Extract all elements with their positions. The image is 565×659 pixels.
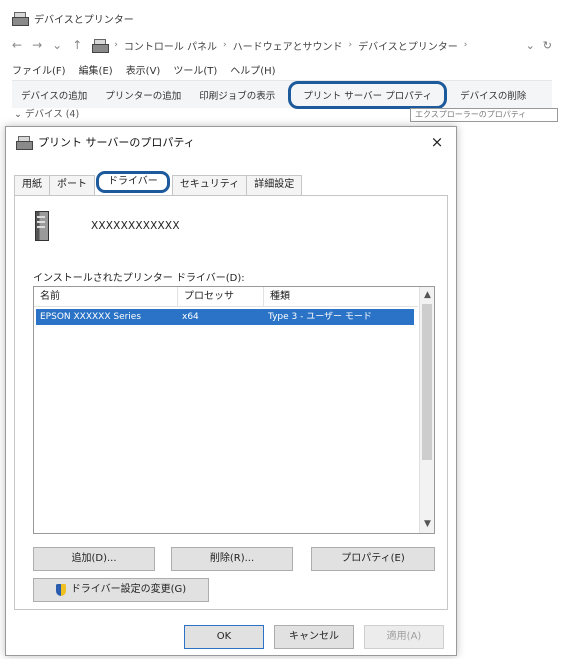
explorer-titlebar: デバイスとプリンター [12,8,134,28]
menu-view[interactable]: 表示(V) [126,62,161,77]
devices-and-printers-window: デバイスとプリンター ← → ⌄ ↑ › コントロール パネル › ハードウェア… [0,0,565,122]
address-controls: ⌄ ↻ [526,39,552,52]
cancel-button[interactable]: キャンセル [274,625,354,649]
back-arrow-icon[interactable]: ← [12,38,22,52]
menu-edit[interactable]: 編集(E) [79,62,113,77]
server-icon [33,211,53,241]
scroll-up-icon[interactable]: ▲ [420,288,434,303]
devices-printers-icon [12,11,29,26]
ok-button[interactable]: OK [184,625,264,649]
driver-list-header: 名前 プロセッサ 種類 [34,287,418,307]
breadcrumb: › コントロール パネル › ハードウェアとサウンド › デバイスとプリンター … [92,38,467,53]
tab-security[interactable]: セキュリティ [171,175,248,195]
driver-list[interactable]: 名前 プロセッサ 種類 EPSON XXXXXX Series x64 Type… [33,286,435,534]
tab-ports[interactable]: ポート [49,175,95,195]
installed-drivers-label: インストールされたプリンター ドライバー(D): [33,273,245,284]
vertical-scrollbar[interactable]: ▲ ▼ [419,287,434,533]
breadcrumb-control-panel[interactable]: コントロール パネル [124,38,217,53]
chevron-right-icon: › [348,40,353,50]
command-bar: デバイスの追加 プリンターの追加 印刷ジョブの表示 プリント サーバー プロパテ… [12,80,552,109]
print-server-properties-command[interactable]: プリント サーバー プロパティ [288,80,448,109]
scrollbar-thumb[interactable] [422,304,432,460]
menu-file[interactable]: ファイル(F) [12,62,66,77]
add-driver-button[interactable]: 追加(D)... [33,547,155,571]
refresh-icon[interactable]: ↻ [543,39,552,52]
remove-device-command[interactable]: デバイスの削除 [451,88,535,102]
chevron-down-icon: ⌄ [14,109,25,120]
see-print-jobs-command[interactable]: 印刷ジョブの表示 [190,88,284,102]
add-device-command[interactable]: デバイスの追加 [12,88,96,102]
add-printer-command[interactable]: プリンターの追加 [96,88,190,102]
uac-shield-icon [55,584,67,596]
apply-button[interactable]: 適用(A) [364,625,444,649]
tab-drivers[interactable]: ドライバー [96,171,170,193]
driver-type-cell: Type 3 - ユーザー モード [268,312,372,322]
drivers-tab-panel: XXXXXXXXXXXX インストールされたプリンター ドライバー(D): 名前… [14,195,448,610]
devices-group-header[interactable]: ⌄ デバイス (4) [14,106,79,120]
forward-arrow-icon[interactable]: → [32,38,42,52]
close-icon[interactable]: × [428,133,446,151]
menu-help[interactable]: ヘルプ(H) [230,62,275,77]
driver-list-row-selected[interactable]: EPSON XXXXXX Series x64 Type 3 - ユーザー モー… [36,309,414,325]
scroll-down-icon[interactable]: ▼ [420,517,434,532]
change-driver-settings-label: ドライバー設定の変更(G) [70,584,187,595]
dropdown-chevron-icon[interactable]: ⌄ [526,39,535,52]
recent-chevron-icon[interactable]: ⌄ [52,38,62,52]
remove-driver-button[interactable]: 削除(R)... [171,547,293,571]
chevron-right-icon: › [223,40,227,50]
driver-processor-cell: x64 [182,312,199,322]
column-header-processor[interactable]: プロセッサ [178,287,264,306]
explorer-title: デバイスとプリンター [34,14,134,26]
dialog-titlebar[interactable]: プリント サーバーのプロパティ [6,127,456,157]
explorer-side-field: エクスプローラーのプロパティ [410,108,558,122]
column-header-type[interactable]: 種類 [264,287,418,306]
tab-strip: 用紙 ポート ドライバー セキュリティ 詳細設定 [14,171,303,195]
change-driver-settings-button[interactable]: ドライバー設定の変更(G) [33,578,209,602]
menu-bar: ファイル(F) 編集(E) 表示(V) ツール(T) ヘルプ(H) [12,62,276,77]
driver-name-cell: EPSON XXXXXX Series [40,312,142,322]
tab-forms[interactable]: 用紙 [14,175,50,195]
chevron-right-icon: › [114,40,118,50]
address-bar[interactable]: ← → ⌄ ↑ › コントロール パネル › ハードウェアとサウンド › デバイ… [12,34,552,56]
menu-tools[interactable]: ツール(T) [173,62,217,77]
breadcrumb-devices-printers[interactable]: デバイスとプリンター [358,38,458,53]
devices-group-label: デバイス (4) [24,109,80,120]
printer-icon [16,135,33,150]
chevron-right-icon: › [463,40,468,50]
column-header-name[interactable]: 名前 [34,287,178,306]
print-server-properties-dialog: プリント サーバーのプロパティ × 用紙 ポート ドライバー セキュリティ 詳細… [5,126,457,656]
server-name: XXXXXXXXXXXX [91,220,180,232]
breadcrumb-hardware-sound[interactable]: ハードウェアとサウンド [233,38,343,53]
dialog-title: プリント サーバーのプロパティ [38,136,195,149]
nav-arrows: ← → ⌄ ↑ [12,38,82,52]
control-panel-icon [92,38,110,53]
up-arrow-icon[interactable]: ↑ [72,38,82,52]
tab-advanced[interactable]: 詳細設定 [246,175,303,195]
driver-properties-button[interactable]: プロパティ(E) [311,547,435,571]
